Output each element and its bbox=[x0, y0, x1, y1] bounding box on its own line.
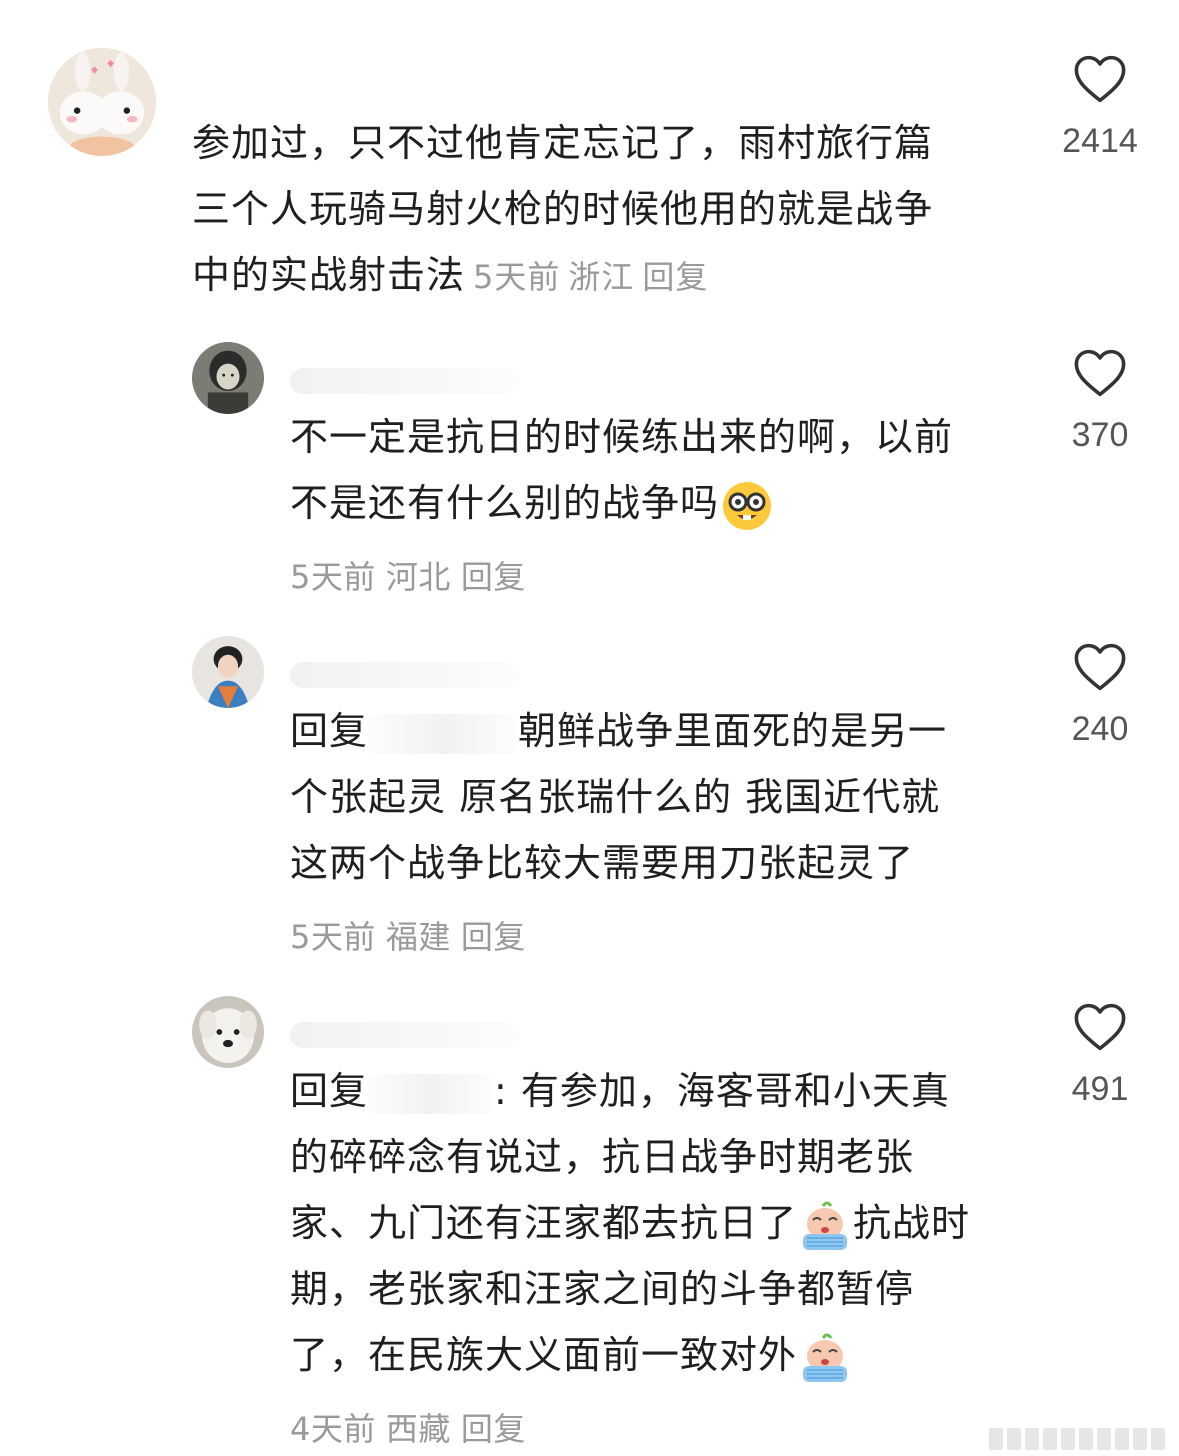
comment-meta: 5天前 河北 回复 bbox=[290, 552, 536, 598]
comment-line: : 有参加，海客哥和小天真 bbox=[494, 1069, 950, 1113]
mentioned-username[interactable] bbox=[368, 1073, 495, 1114]
comment-text: 回复 : 有参加，海客哥和小天真 的碎碎念有说过，抗日战争时期老张 家、九门还有汪… bbox=[290, 1058, 970, 1388]
watermark bbox=[989, 1428, 1165, 1450]
comment-line: 参加过，只不过他肯定忘记了，雨村旅行篇 bbox=[192, 121, 934, 165]
comment-line: 这两个战争比较大需要用刀张起灵了 bbox=[290, 841, 915, 885]
comment-line: 朝鲜战争里面死的是另一 bbox=[518, 709, 948, 753]
comment-line: 中的实战射击法 bbox=[192, 253, 466, 297]
dog-avatar-icon bbox=[192, 996, 264, 1068]
username[interactable] bbox=[290, 1022, 520, 1048]
crying-face-emoji bbox=[799, 1200, 851, 1252]
comment-line: 三个人玩骑马射火枪的时候他用的就是战争 bbox=[192, 187, 934, 231]
comment-line: 家、九门还有汪家都去抗日了 bbox=[290, 1201, 798, 1245]
heart-outline-icon bbox=[1074, 1003, 1126, 1051]
like-button[interactable]: 240 bbox=[1050, 642, 1150, 749]
mentioned-username[interactable] bbox=[368, 713, 519, 754]
heart-outline-icon bbox=[1074, 55, 1126, 103]
comment-meta: 4天前 西藏 回复 bbox=[290, 1404, 536, 1450]
bunny-avatar-icon bbox=[48, 48, 156, 156]
comment-time: 5天前 bbox=[290, 918, 376, 956]
username[interactable] bbox=[290, 662, 520, 688]
comment-meta: 5天前 福建 回复 bbox=[290, 912, 536, 958]
reply-prefix: 回复 bbox=[290, 1069, 369, 1113]
heart-outline-icon bbox=[1074, 349, 1126, 397]
crying-face-emoji bbox=[799, 1332, 851, 1384]
comment-line: 不是还有什么别的战争吗 bbox=[290, 481, 720, 525]
like-button[interactable]: 491 bbox=[1050, 1002, 1150, 1109]
avatar[interactable] bbox=[192, 996, 264, 1068]
character-avatar-icon bbox=[192, 342, 264, 414]
comment-line: 抗战时 bbox=[853, 1201, 971, 1245]
reply-button[interactable]: 回复 bbox=[461, 1410, 526, 1448]
comment-location: 西藏 bbox=[385, 1410, 451, 1448]
comment-line: 不一定是抗日的时候练出来的啊，以前 bbox=[290, 415, 954, 459]
comment-location: 浙江 bbox=[568, 258, 635, 296]
reply-prefix: 回复 bbox=[290, 709, 369, 753]
comment-time: 4天前 bbox=[290, 1410, 376, 1448]
comment-line: 个张起灵 原名张瑞什么的 我国近代就 bbox=[290, 775, 941, 819]
like-count: 370 bbox=[1071, 416, 1129, 454]
comment-line: 期，老张家和汪家之间的斗争都暂停 bbox=[290, 1267, 915, 1311]
avatar[interactable] bbox=[48, 48, 156, 156]
reply-button[interactable]: 回复 bbox=[461, 918, 526, 956]
comment-location: 福建 bbox=[385, 918, 451, 956]
comment-time: 5天前 bbox=[290, 558, 376, 596]
comment-text: 参加过，只不过他肯定忘记了，雨村旅行篇 三个人玩骑马射火枪的时候他用的就是战争 … bbox=[192, 110, 933, 310]
comment-meta: 5天前 浙江 回复 bbox=[473, 258, 716, 296]
comment-line: 的碎碎念有说过，抗日战争时期老张 bbox=[290, 1135, 915, 1179]
comment-text: 不一定是抗日的时候练出来的啊，以前 不是还有什么别的战争吗 bbox=[290, 404, 953, 536]
like-count: 491 bbox=[1071, 1070, 1129, 1108]
reply-button[interactable]: 回复 bbox=[461, 558, 526, 596]
person-avatar-icon bbox=[192, 636, 264, 708]
avatar[interactable] bbox=[192, 636, 264, 708]
nerd-face-emoji bbox=[721, 480, 773, 532]
comment-location: 河北 bbox=[385, 558, 451, 596]
avatar[interactable] bbox=[192, 342, 264, 414]
like-button[interactable]: 370 bbox=[1050, 348, 1150, 455]
reply-button[interactable]: 回复 bbox=[642, 258, 708, 296]
heart-outline-icon bbox=[1074, 643, 1126, 691]
like-button[interactable]: 2414 bbox=[1050, 54, 1150, 161]
comment-line: 了，在民族大义面前一致对外 bbox=[290, 1333, 798, 1377]
comment-time: 5天前 bbox=[473, 258, 561, 296]
like-count: 2414 bbox=[1062, 122, 1138, 160]
like-count: 240 bbox=[1071, 710, 1129, 748]
comment-text: 回复 朝鲜战争里面死的是另一 个张起灵 原名张瑞什么的 我国近代就 这两个战争比较… bbox=[290, 698, 947, 896]
username[interactable] bbox=[290, 368, 520, 394]
